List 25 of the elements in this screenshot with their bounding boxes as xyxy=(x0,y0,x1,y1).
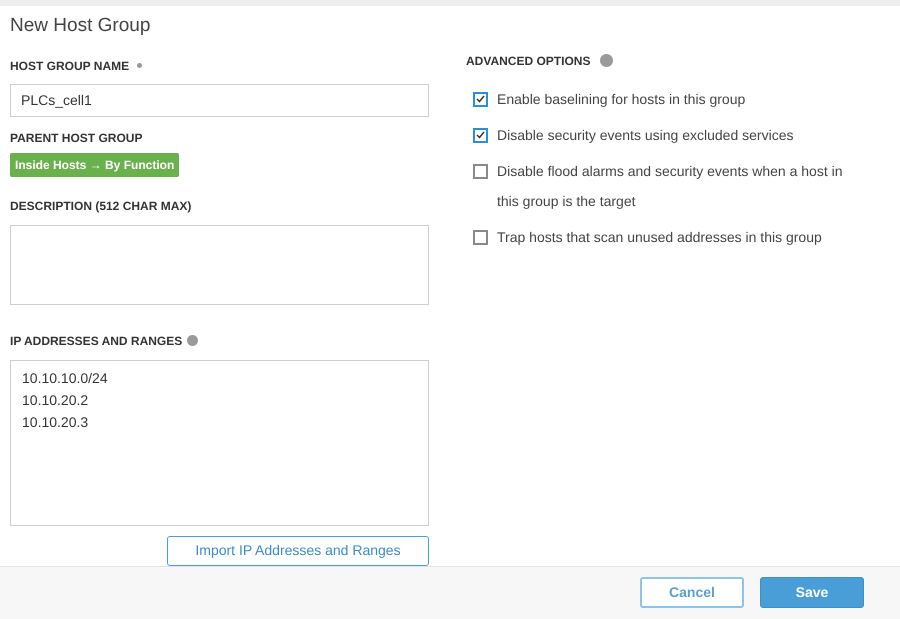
section-label: ADVANCED OPTIONS xyxy=(466,52,590,70)
field-label: PARENT HOST GROUP xyxy=(10,130,142,147)
cancel-button[interactable]: Cancel xyxy=(640,577,744,608)
checkbox[interactable] xyxy=(473,128,488,143)
checkbox[interactable] xyxy=(473,230,488,245)
option-label: Enable baselining for hosts in this group xyxy=(497,90,746,109)
option-label: Trap hosts that scan unused addresses in this group xyxy=(497,228,822,247)
save-button[interactable]: Save xyxy=(760,577,864,608)
info-icon[interactable] xyxy=(187,335,198,346)
dialog-title: New Host Group xyxy=(10,14,150,38)
checkmark-icon xyxy=(476,95,485,104)
ip-addresses-field[interactable]: 10.10.10.0/24 10.10.20.2 10.10.20.3 xyxy=(10,360,429,526)
option-label: Disable flood alarms and security events when a host in this group is the target xyxy=(497,162,844,211)
parent-group-tag: Inside Hosts → By Function xyxy=(10,152,180,177)
checkmark-icon xyxy=(476,131,485,140)
checkbox[interactable] xyxy=(473,164,488,179)
info-icon[interactable] xyxy=(600,54,614,68)
description-field[interactable] xyxy=(10,224,429,305)
option-label: Disable security events using excluded services xyxy=(497,126,794,145)
host-group-name-field[interactable]: PLCs_cell1 xyxy=(10,84,429,117)
field-label: IP ADDRESSES AND RANGES xyxy=(10,332,182,350)
checkbox[interactable] xyxy=(473,92,488,107)
import-button[interactable]: Import IP Addresses and Ranges xyxy=(167,536,429,566)
field-label: DESCRIPTION (512 CHAR MAX) xyxy=(10,198,192,215)
field-label: HOST GROUP NAME xyxy=(10,58,130,75)
